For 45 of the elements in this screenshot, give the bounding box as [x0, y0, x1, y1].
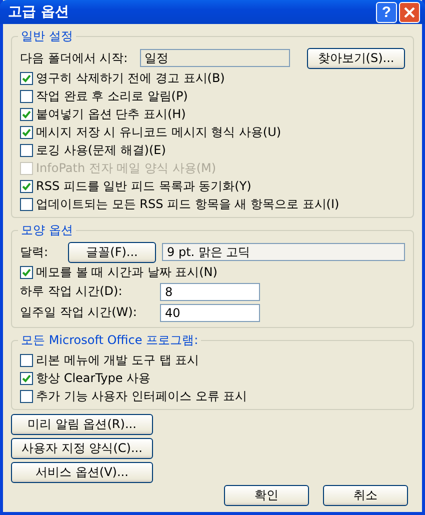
folder-field[interactable]: 일정: [140, 49, 290, 67]
checkbox-label: 영구히 삭제하기 전에 경고 표시(B): [36, 70, 225, 86]
field-label: 하루 작업 시간(D):: [20, 283, 124, 300]
checkbox[interactable]: [20, 72, 33, 84]
checkbox-label: InfoPath 전자 메일 양식 사용(M): [36, 160, 216, 176]
checkbox[interactable]: [20, 144, 33, 156]
field-label: 달력:: [20, 244, 50, 260]
checkbox[interactable]: [20, 108, 33, 120]
window-title: 고급 옵션: [8, 3, 70, 21]
checkbox[interactable]: [20, 198, 33, 210]
checkbox[interactable]: [20, 126, 33, 138]
options-button[interactable]: 서비스 옵션(V)...: [11, 462, 153, 483]
group-title: 모양 옵션: [20, 222, 74, 239]
checkbox-label: 리본 메뉴에 개발 도구 탭 표시: [36, 352, 200, 368]
options-button[interactable]: 사용자 지정 양식(C)...: [11, 438, 153, 459]
checkbox[interactable]: [20, 390, 33, 402]
dialog-button[interactable]: 취소: [323, 485, 408, 506]
checkbox-label: 추가 기능 사용자 인터페이스 오류 표시: [36, 388, 248, 404]
checkbox[interactable]: [20, 372, 33, 384]
checkbox[interactable]: [20, 354, 33, 366]
checkbox-label: 메모를 볼 때 시간과 날짜 표시(N): [36, 264, 218, 280]
help-button[interactable]: ?: [376, 2, 397, 22]
checkbox-label: 로깅 사용(문제 해결)(E): [36, 142, 166, 158]
field-label: 일주일 작업 시간(W):: [20, 304, 138, 321]
checkbox[interactable]: [20, 266, 33, 278]
close-button[interactable]: [399, 2, 420, 22]
checkbox-label: 메시지 저장 시 유니코드 메시지 형식 사용(U): [36, 124, 282, 140]
checkbox[interactable]: [20, 180, 33, 192]
font-button[interactable]: 글꼴(F)...: [68, 242, 156, 262]
hours-field[interactable]: 40: [160, 304, 260, 322]
checkbox-label: 작업 완료 후 소리로 알림(P): [36, 88, 188, 104]
checkbox[interactable]: [20, 90, 33, 102]
options-button[interactable]: 미리 알림 옵션(R)...: [11, 414, 153, 435]
field-label: 다음 폴더에서 시작:: [20, 50, 128, 66]
group-title: 일반 설정: [20, 28, 74, 45]
browse-button[interactable]: 찾아보기(S)...: [307, 48, 405, 68]
hours-field[interactable]: 8: [160, 282, 260, 300]
checkbox-label: 항상 ClearType 사용: [36, 370, 151, 386]
checkbox-label: RSS 피드를 일반 피드 목록과 동기화(Y): [36, 178, 252, 194]
checkbox-label: 붙여넣기 옵션 단추 표시(H): [36, 106, 186, 122]
checkbox-label: 업데이트되는 모든 RSS 피드 항목을 새 항목으로 표시(I): [36, 196, 340, 212]
dialog-button[interactable]: 확인: [224, 485, 309, 506]
group-title: 모든 Microsoft Office 프로그램:: [20, 332, 200, 349]
close-icon: [403, 6, 416, 18]
font-preview-field: 9 pt. 맑은 고딕: [162, 243, 405, 261]
